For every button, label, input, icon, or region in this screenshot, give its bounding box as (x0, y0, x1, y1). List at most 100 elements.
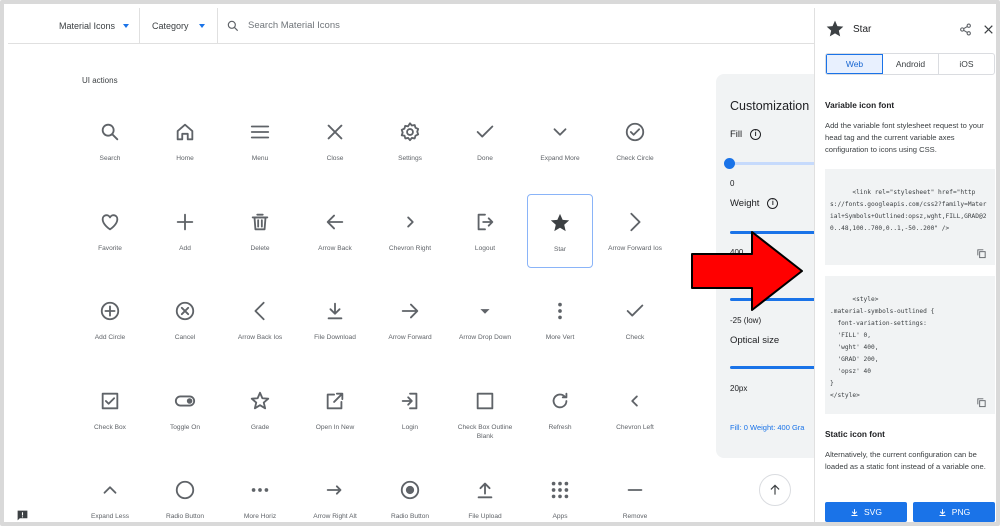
icon-tile-arrow-forward[interactable]: Arrow Forward (377, 283, 443, 357)
icon-tile-label: File Upload (468, 513, 502, 520)
chevron-right-icon (398, 210, 422, 234)
info-icon[interactable]: i (750, 129, 762, 140)
cancel-icon (173, 299, 197, 323)
refresh-icon (548, 389, 572, 413)
weight-label-text: Weight (730, 198, 760, 209)
icon-tile-home[interactable]: Home (152, 104, 218, 178)
icon-tile-close[interactable]: Close (302, 104, 368, 178)
icon-tile-label: More Horiz (243, 513, 277, 520)
icon-tile-check-box[interactable]: Check Box (77, 373, 143, 447)
icon-tile-add[interactable]: Add (152, 194, 218, 268)
icon-tile-file-download[interactable]: File Download (302, 283, 368, 357)
icon-tile-label: Apps (552, 513, 568, 520)
icon-tile-cancel[interactable]: Cancel (152, 283, 218, 357)
icon-tile-check-circle[interactable]: Check Circle (602, 104, 668, 178)
icon-tile-chevron-left[interactable]: Chevron Left (602, 373, 668, 447)
static-font-heading: Static icon font (825, 429, 885, 439)
icon-tile-add-circle[interactable]: Add Circle (77, 283, 143, 357)
icon-tile-label: Search (99, 155, 121, 162)
icon-tile-toggle-on[interactable]: Toggle On (152, 373, 218, 447)
copy-icon[interactable] (976, 248, 987, 259)
icon-tile-chevron-right[interactable]: Chevron Right (377, 194, 443, 268)
delete-icon (248, 210, 272, 234)
radio-button-unchecked-icon (173, 478, 197, 502)
icon-tile-expand-more[interactable]: Expand More (527, 104, 593, 178)
category-select[interactable]: Category (140, 7, 218, 44)
icon-tile-login[interactable]: Login (377, 373, 443, 447)
icon-tile-label: Add (179, 244, 191, 252)
icon-tile-arrow-back-ios[interactable]: Arrow Back Ios (227, 283, 293, 357)
icon-detail-panel: Star Web Android iOS Variable icon font … (814, 8, 996, 522)
icon-tile-favorite[interactable]: Favorite (77, 194, 143, 268)
login-icon (398, 389, 422, 413)
search-input[interactable]: Search Material Icons (218, 19, 340, 33)
home-icon (173, 120, 197, 144)
icon-tile-radio-button-checked[interactable]: Radio Button (377, 462, 443, 522)
icon-tile-delete[interactable]: Delete (227, 194, 293, 268)
dropdown-caret-icon (199, 23, 205, 28)
icon-tile-check-box-outline-blank[interactable]: Check Box Outline Blank (452, 373, 518, 447)
icon-tile-label: File Download (314, 334, 356, 341)
icon-tile-arrow-right-alt[interactable]: Arrow Right Alt (302, 462, 368, 522)
icon-tile-search[interactable]: Search (77, 104, 143, 178)
icon-tile-radio-button-unchecked[interactable]: Radio Button (152, 462, 218, 522)
fill-label-text: Fill (730, 129, 743, 140)
icon-tile-logout[interactable]: Logout (452, 194, 518, 268)
scroll-to-top-button[interactable] (759, 474, 791, 506)
platform-tabs: Web Android iOS (825, 53, 995, 75)
icon-tile-settings[interactable]: Settings (377, 104, 443, 178)
icon-tile-more-horiz[interactable]: More Horiz (227, 462, 293, 522)
tab-web[interactable]: Web (826, 54, 883, 74)
icon-tile-star[interactable]: Star (527, 193, 593, 268)
stylesheet-code-block[interactable]: <link rel="stylesheet" href="https://fon… (825, 169, 995, 265)
menu-icon (248, 120, 272, 144)
icon-tile-label: Arrow Back Ios (237, 334, 283, 341)
optical-size-slider[interactable] (730, 366, 814, 369)
icon-tile-refresh[interactable]: Refresh (527, 373, 593, 447)
stylesheet-code: <link rel="stylesheet" href="https://fon… (830, 189, 987, 232)
icon-tile-open-in-new[interactable]: Open In New (302, 373, 368, 447)
icon-tile-check[interactable]: Check (602, 283, 668, 357)
radio-button-checked-icon (398, 478, 422, 502)
fill-value: 0 (730, 179, 735, 188)
copy-icon[interactable] (976, 397, 987, 408)
fill-slider[interactable] (730, 162, 814, 165)
icon-tile-arrow-drop-down[interactable]: Arrow Drop Down (452, 283, 518, 357)
feedback-icon[interactable] (16, 509, 29, 522)
icon-tile-remove[interactable]: Remove (602, 462, 668, 522)
file-download-icon (323, 299, 347, 323)
download-png-button[interactable]: PNG (913, 502, 995, 522)
icon-tile-expand-less[interactable]: Expand Less (77, 462, 143, 522)
remove-icon (623, 478, 647, 502)
settings-icon (398, 120, 422, 144)
arrow-drop-down-icon (473, 299, 497, 323)
css-code-block[interactable]: <style> .material-symbols-outlined { fon… (825, 276, 995, 414)
icon-tile-file-upload[interactable]: File Upload (452, 462, 518, 522)
fill-slider-handle[interactable] (724, 158, 735, 169)
icon-tile-apps[interactable]: Apps (527, 462, 593, 522)
icon-family-select[interactable]: Material Icons (8, 7, 140, 44)
tab-android[interactable]: Android (883, 54, 939, 74)
icon-tile-label: Radio Button (390, 513, 430, 520)
icon-tile-arrow-back[interactable]: Arrow Back (302, 194, 368, 268)
tab-ios[interactable]: iOS (939, 54, 994, 74)
top-bar: Material Icons Category Search Material … (8, 7, 814, 44)
star-icon (826, 20, 844, 37)
icon-tile-label: Delete (250, 244, 270, 252)
info-icon[interactable]: i (767, 198, 779, 209)
close-icon[interactable] (982, 23, 995, 36)
icon-tile-arrow-forward-ios[interactable]: Arrow Forward Ios (602, 194, 668, 268)
icon-tile-label: Login (401, 423, 419, 431)
arrow-upward-icon (770, 484, 780, 495)
download-svg-button[interactable]: SVG (825, 502, 907, 522)
icon-tile-grade[interactable]: Grade (227, 373, 293, 447)
static-font-description: Alternatively, the current configuration… (825, 450, 986, 471)
variable-font-description: Add the variable font stylesheet request… (825, 121, 984, 154)
css-code: <style> .material-symbols-outlined { fon… (830, 296, 935, 399)
icon-tile-more-vert[interactable]: More Vert (527, 283, 593, 357)
icon-tile-done[interactable]: Done (452, 104, 518, 178)
download-buttons: SVG PNG (825, 502, 995, 522)
share-icon[interactable] (959, 23, 972, 36)
icon-tile-menu[interactable]: Menu (227, 104, 293, 178)
add-icon (173, 210, 197, 234)
